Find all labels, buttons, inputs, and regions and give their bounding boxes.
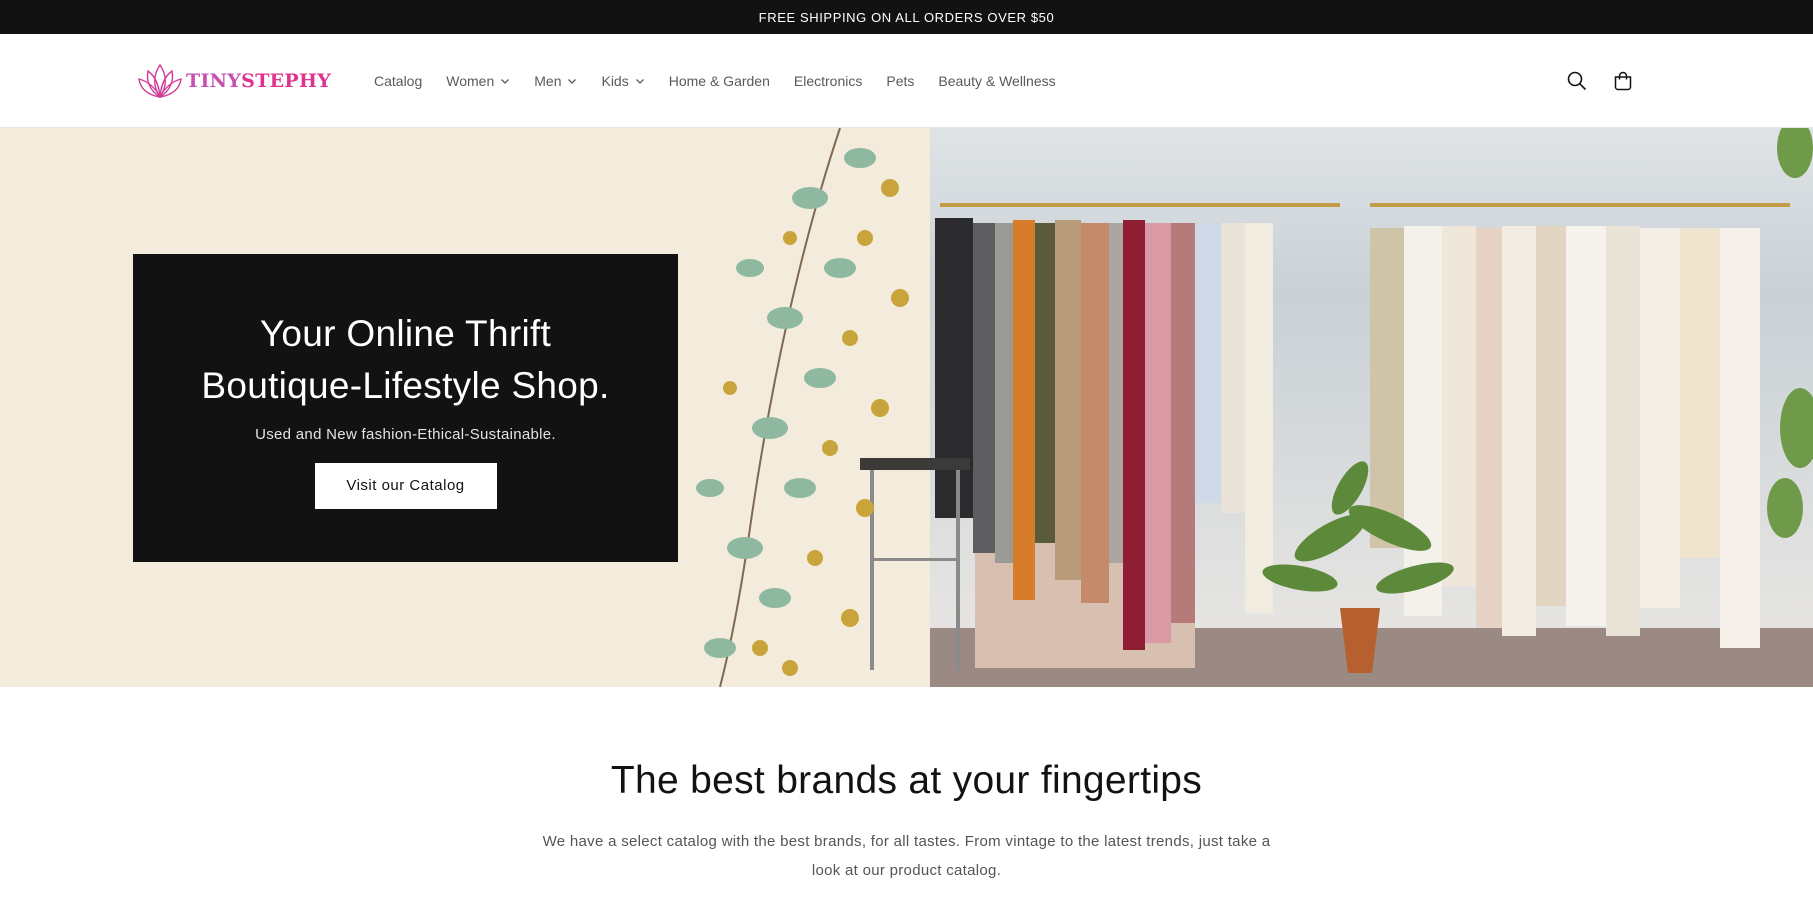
search-icon [1567,71,1587,91]
announcement-bar: FREE SHIPPING ON ALL ORDERS OVER $50 [0,0,1813,34]
nav-label: Catalog [374,72,423,89]
announcement-text: FREE SHIPPING ON ALL ORDERS OVER $50 [758,9,1055,25]
nav-label: Women [446,72,495,89]
logo[interactable]: TINYSTEPHY [138,61,362,101]
nav-label: Home & Garden [668,72,770,89]
clothing-rack-image [696,128,1813,687]
brands-description: We have a select catalog with the best b… [527,827,1287,885]
nav-kids[interactable]: Kids [589,61,656,101]
lotus-logo-icon [138,63,182,98]
header-actions [1565,34,1635,128]
nav-catalog[interactable]: Catalog [362,61,434,101]
nav-label: Kids [601,72,629,89]
logo-text-stephy: STEPHY [241,69,332,92]
nav-beauty-wellness[interactable]: Beauty & Wellness [926,61,1067,101]
chevron-down-icon [568,78,577,84]
search-button[interactable] [1565,69,1589,93]
nav-women[interactable]: Women [434,61,522,101]
brands-title: The best brands at your fingertips [610,759,1203,802]
nav-home-garden[interactable]: Home & Garden [657,61,782,101]
hero-textbox: Your Online Thrift Boutique-Lifestyle Sh… [133,254,678,562]
logo-text-tiny: TINY [186,69,242,92]
visit-catalog-button[interactable]: Visit our Catalog [314,463,497,509]
site-header: TINYSTEPHY Catalog Women Men Kids Home &… [0,34,1813,128]
hero-title-line2: Boutique-Lifestyle Shop. [201,365,610,406]
nav-men[interactable]: Men [522,61,589,101]
nav-label: Pets [886,72,915,89]
nav-electronics[interactable]: Electronics [782,61,874,101]
cart-icon [1614,71,1632,91]
chevron-down-icon [501,78,510,84]
nav-pets[interactable]: Pets [874,61,926,101]
hero-banner: Your Online Thrift Boutique-Lifestyle Sh… [0,128,1813,687]
nav-label: Beauty & Wellness [938,72,1056,89]
chevron-down-icon [635,78,644,84]
hero-title: Your Online Thrift Boutique-Lifestyle Sh… [133,308,678,412]
cart-button[interactable] [1611,69,1635,93]
logo-wordmark: TINYSTEPHY [186,70,331,92]
brands-text-line2: look at our product catalog. [811,862,1002,879]
brands-text-line1: We have a select catalog with the best b… [542,833,1271,850]
nav-label: Electronics [793,72,863,89]
hero-title-line1: Your Online Thrift [259,313,552,354]
nav-label: Men [534,72,562,89]
brands-section: The best brands at your fingertips We ha… [0,687,1813,885]
hero-subtitle: Used and New fashion-Ethical-Sustainable… [255,426,556,443]
main-nav: Catalog Women Men Kids Home & Garden Ele… [362,61,1068,101]
